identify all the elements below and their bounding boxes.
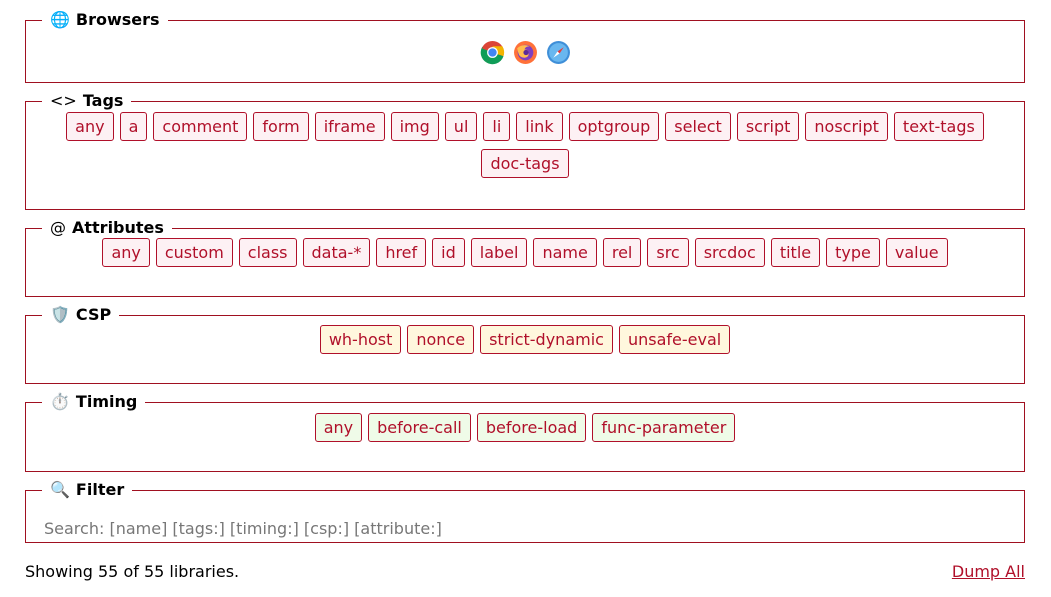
tag-chip[interactable]: any xyxy=(66,112,114,141)
timing-list: any before-call before-load func-paramet… xyxy=(26,413,1024,442)
attribute-chip[interactable]: class xyxy=(238,238,297,267)
globe-icon: 🌐 xyxy=(50,10,70,29)
tag-chip[interactable]: a xyxy=(119,112,148,141)
shield-icon: 🛡️ xyxy=(50,305,70,324)
attribute-chip[interactable]: src xyxy=(647,238,689,267)
timing-section: ⏱️ Timing any before-call before-load fun… xyxy=(25,392,1025,472)
csp-title: CSP xyxy=(75,305,112,324)
attribute-chip[interactable]: label xyxy=(470,238,528,267)
timing-chip[interactable]: before-load xyxy=(476,413,587,442)
browsers-legend: 🌐 Browsers xyxy=(42,10,168,30)
attribute-chip[interactable]: id xyxy=(432,238,465,267)
attribute-chip[interactable]: name xyxy=(533,238,597,267)
attribute-chip[interactable]: srcdoc xyxy=(694,238,765,267)
tag-chip[interactable]: link xyxy=(516,112,563,141)
filter-legend: 🔍 Filter xyxy=(42,480,132,500)
tag-chip[interactable]: li xyxy=(483,112,511,141)
library-count-status: Showing 55 of 55 libraries. xyxy=(25,562,240,581)
tag-chip[interactable]: doc-tags xyxy=(481,149,569,178)
browsers-title: Browsers xyxy=(75,10,160,29)
tag-chip[interactable]: iframe xyxy=(314,112,385,141)
tag-chip[interactable]: text-tags xyxy=(893,112,984,141)
tags-title: Tags xyxy=(82,91,124,110)
tag-chip[interactable]: comment xyxy=(153,112,248,141)
attributes-section: @ Attributes any custom class data-* href… xyxy=(25,218,1025,297)
tag-chip[interactable]: form xyxy=(253,112,309,141)
firefox-icon[interactable] xyxy=(513,40,538,65)
search-input[interactable] xyxy=(42,516,1006,540)
csp-list: wh-host nonce strict-dynamic unsafe-eval xyxy=(26,325,1024,354)
attributes-title: Attributes xyxy=(72,218,164,237)
csp-chip[interactable]: unsafe-eval xyxy=(618,325,731,354)
attributes-list: any custom class data-* href id label na… xyxy=(26,238,1024,267)
tags-list: any a comment form iframe img ul li link… xyxy=(26,112,1024,178)
tag-chip[interactable]: img xyxy=(390,112,439,141)
attribute-chip[interactable]: type xyxy=(826,238,880,267)
tag-chip[interactable]: ul xyxy=(444,112,478,141)
attribute-chip[interactable]: title xyxy=(770,238,821,267)
tags-section: <> Tags any a comment form iframe img ul … xyxy=(25,91,1025,210)
csp-chip[interactable]: nonce xyxy=(407,325,475,354)
tag-chip[interactable]: script xyxy=(736,112,800,141)
timing-title: Timing xyxy=(75,392,138,411)
safari-icon[interactable] xyxy=(546,40,571,65)
tags-legend: <> Tags xyxy=(42,91,131,111)
tag-chip[interactable]: noscript xyxy=(805,112,888,141)
timing-chip[interactable]: any xyxy=(314,413,363,442)
tag-chip[interactable]: optgroup xyxy=(568,112,660,141)
attribute-chip[interactable]: data-* xyxy=(302,238,371,267)
timing-legend: ⏱️ Timing xyxy=(42,392,145,412)
at-sign-icon: @ xyxy=(50,218,66,237)
attribute-chip[interactable]: value xyxy=(885,238,948,267)
csp-chip[interactable]: wh-host xyxy=(319,325,402,354)
code-icon: <> xyxy=(50,91,77,110)
browsers-section: 🌐 Browsers xyxy=(25,10,1025,83)
filter-title: Filter xyxy=(75,480,125,499)
attribute-chip[interactable]: rel xyxy=(602,238,642,267)
stopwatch-icon: ⏱️ xyxy=(50,392,70,411)
tag-chip[interactable]: select xyxy=(665,112,731,141)
attributes-legend: @ Attributes xyxy=(42,218,172,238)
chrome-icon[interactable] xyxy=(480,40,505,65)
browser-icons xyxy=(26,40,1024,65)
timing-chip[interactable]: func-parameter xyxy=(592,413,736,442)
attribute-chip[interactable]: any xyxy=(102,238,150,267)
attribute-chip[interactable]: href xyxy=(376,238,427,267)
search-icon: 🔍 xyxy=(50,480,70,499)
timing-chip[interactable]: before-call xyxy=(368,413,471,442)
csp-chip[interactable]: strict-dynamic xyxy=(480,325,613,354)
attribute-chip[interactable]: custom xyxy=(155,238,233,267)
csp-section: 🛡️ CSP wh-host nonce strict-dynamic unsaf… xyxy=(25,305,1025,384)
dump-all-link[interactable]: Dump All xyxy=(952,562,1025,582)
csp-legend: 🛡️ CSP xyxy=(42,305,119,325)
filter-section: 🔍 Filter xyxy=(25,480,1025,543)
